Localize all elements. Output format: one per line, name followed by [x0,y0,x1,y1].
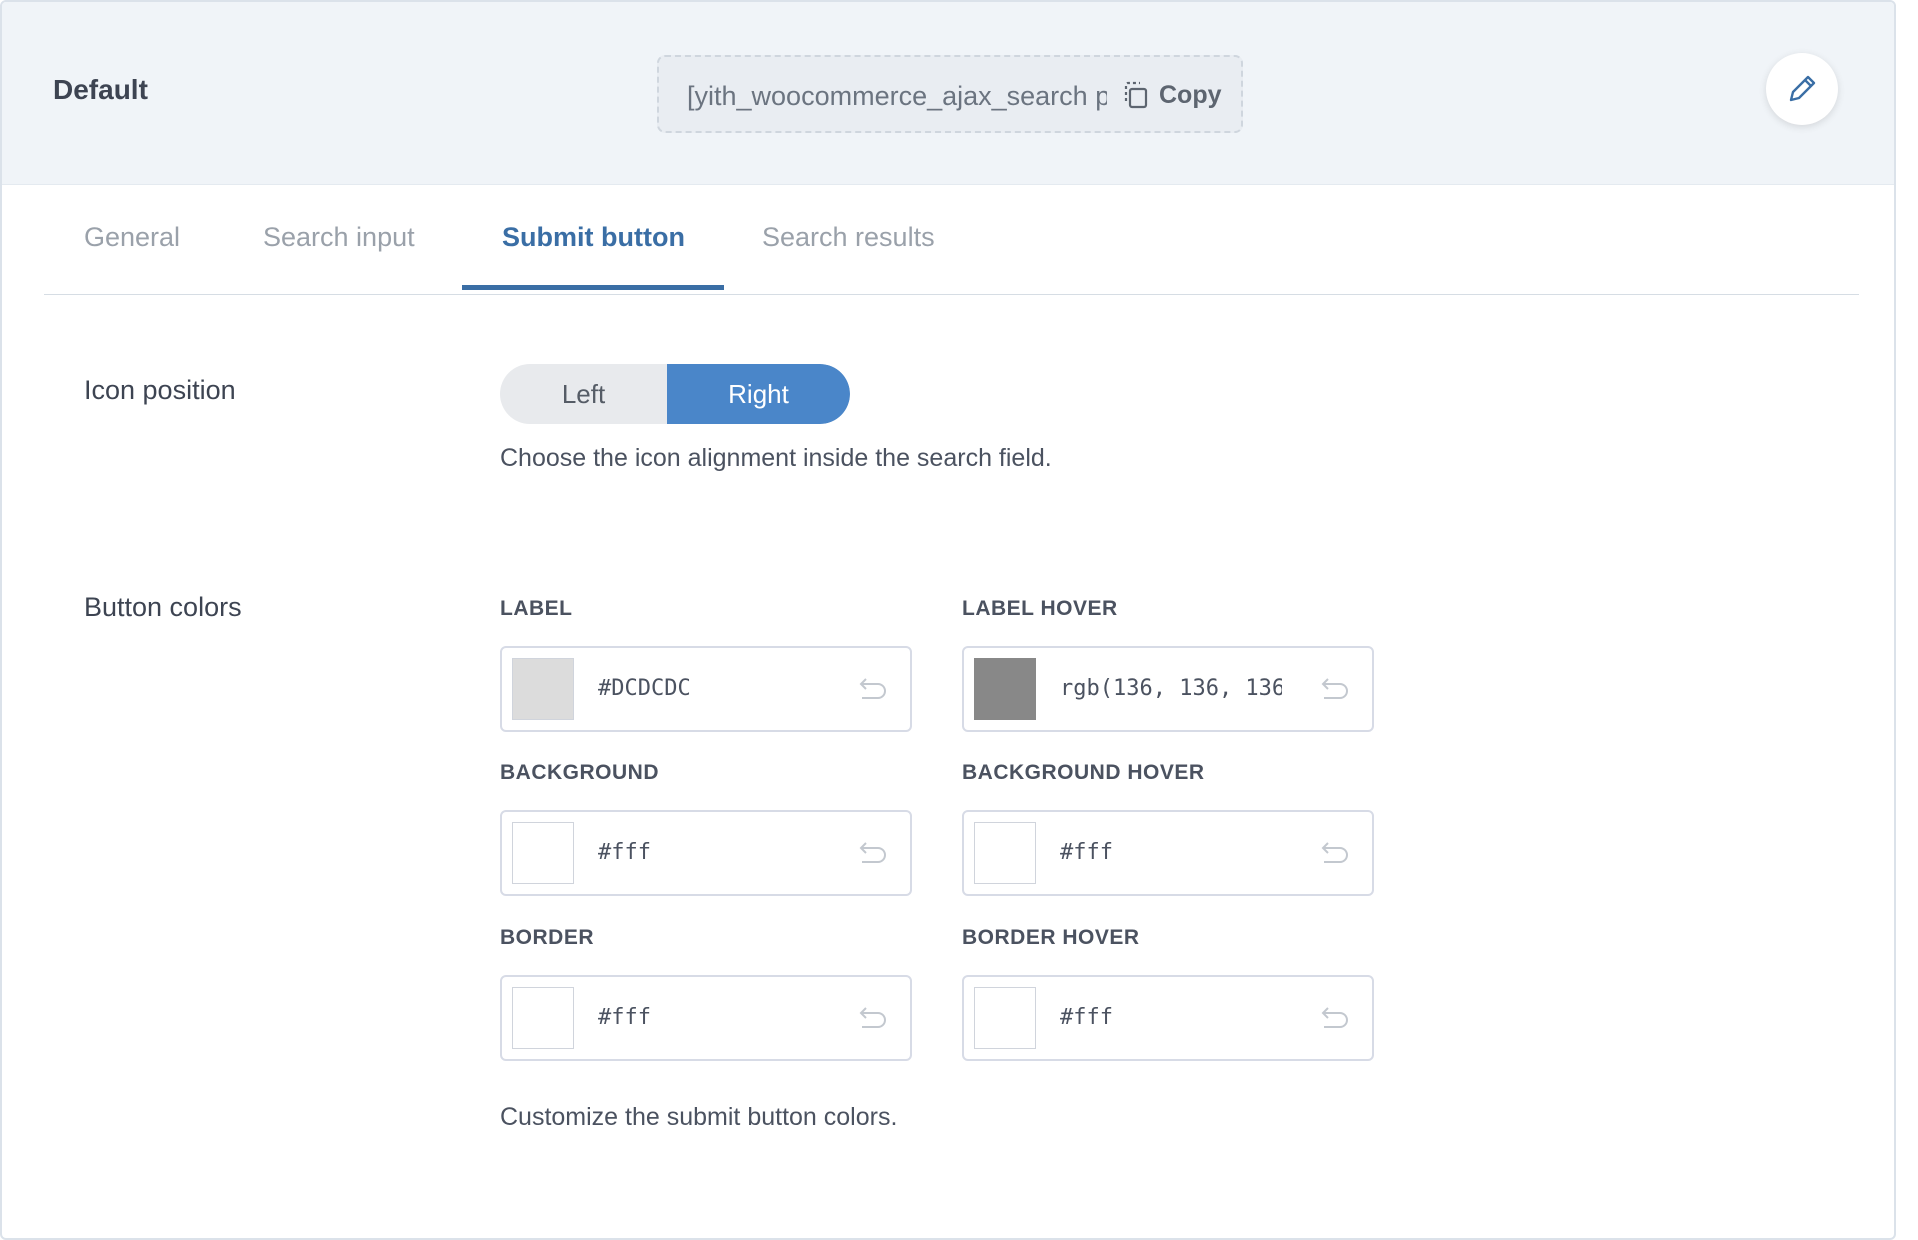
copy-icon [1124,81,1148,109]
reset-icon[interactable] [1316,1003,1352,1035]
icon-position-description: Choose the icon alignment inside the sea… [500,444,1052,472]
shortcode-box: [yith_woocommerce_ajax_search preset="de… [657,55,1243,133]
tab-search-input[interactable]: Search input [263,222,415,253]
color-value-input[interactable]: #fff [598,840,830,865]
color-swatch[interactable] [974,822,1036,884]
copy-label: Copy [1159,80,1222,109]
background-hover-color-label: BACKGROUND HOVER [962,761,1205,784]
icon-position-right-option[interactable]: Right [667,364,850,424]
border-color-field[interactable]: #fff [500,975,912,1061]
border-hover-color-label: BORDER HOVER [962,926,1140,949]
button-colors-description: Customize the submit button colors. [500,1103,898,1131]
tab-bar: General Search input Submit button Searc… [44,184,1859,295]
icon-position-label: Icon position [84,375,236,405]
copy-button[interactable]: Copy [1119,79,1222,111]
reset-icon[interactable] [1316,674,1352,706]
color-swatch[interactable] [512,822,574,884]
label-hover-color-label: LABEL HOVER [962,597,1118,620]
color-swatch[interactable] [974,658,1036,720]
color-value-input[interactable]: #fff [598,1005,830,1030]
icon-position-toggle: Left Right [500,364,850,424]
preset-header: Default [yith_woocommerce_ajax_search pr… [2,2,1894,185]
tab-submit-button[interactable]: Submit button [502,222,685,253]
color-value-input[interactable]: #fff [1060,840,1292,865]
background-hover-color-field[interactable]: #fff [962,810,1374,896]
button-colors-label: Button colors [84,592,242,622]
label-color-label: LABEL [500,597,573,620]
color-value-input[interactable]: #fff [1060,1005,1292,1030]
color-swatch[interactable] [512,658,574,720]
tab-general[interactable]: General [84,222,180,253]
color-value-input[interactable]: #DCDCDC [598,676,830,701]
shortcode-text: [yith_woocommerce_ajax_search preset="de… [687,81,1107,111]
reset-icon[interactable] [854,838,890,870]
background-color-label: BACKGROUND [500,761,659,784]
label-hover-color-field[interactable]: rgb(136, 136, 136) [962,646,1374,732]
reset-icon[interactable] [1316,838,1352,870]
edit-button[interactable] [1766,53,1838,125]
preset-panel: Default [yith_woocommerce_ajax_search pr… [0,0,1896,1240]
color-swatch[interactable] [974,987,1036,1049]
preset-title: Default [53,74,148,105]
tab-search-results[interactable]: Search results [762,222,935,253]
active-tab-indicator [462,285,724,290]
background-color-field[interactable]: #fff [500,810,912,896]
reset-icon[interactable] [854,1003,890,1035]
label-color-field[interactable]: #DCDCDC [500,646,912,732]
icon-position-left-option[interactable]: Left [500,364,667,424]
color-value-input[interactable]: rgb(136, 136, 136) [1060,676,1282,701]
border-color-label: BORDER [500,926,595,949]
color-swatch[interactable] [512,987,574,1049]
reset-icon[interactable] [854,674,890,706]
border-hover-color-field[interactable]: #fff [962,975,1374,1061]
pencil-icon [1789,75,1816,102]
